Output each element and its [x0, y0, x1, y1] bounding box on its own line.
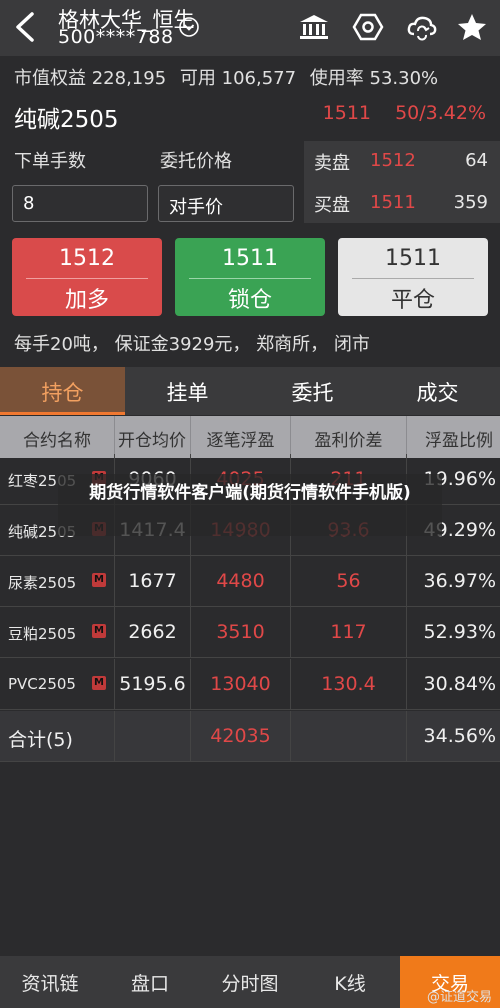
- divider: [26, 278, 148, 279]
- total-row: 合计(5) 42035 34.56%: [0, 711, 500, 762]
- chevron-down-circle-icon[interactable]: [178, 16, 200, 38]
- row-pnl: 13040: [191, 659, 291, 710]
- col-avg-price[interactable]: 开仓均价: [115, 416, 191, 458]
- row-avg: 2662: [115, 607, 191, 658]
- watermark-caption: 期货行情软件客户端(期货行情软件手机版): [58, 474, 442, 536]
- row-ratio: 36.97%: [423, 570, 496, 592]
- add-long-label: 加多: [64, 288, 109, 313]
- bid-price: 1511: [370, 192, 416, 213]
- bid-qty: 359: [453, 192, 488, 213]
- total-ratio: 34.56%: [423, 725, 496, 747]
- margin-badge-icon: M: [92, 624, 106, 638]
- lock-position-button[interactable]: 1511 锁仓: [175, 238, 325, 316]
- col-pnl[interactable]: 逐笔浮盈: [191, 416, 291, 458]
- row-avg: 5195.6: [115, 659, 191, 710]
- qty-input[interactable]: 8: [12, 185, 148, 222]
- margin-badge-icon: M: [92, 573, 106, 587]
- available-text: 可用 106,577: [179, 68, 297, 89]
- nav-kline[interactable]: K线: [300, 956, 400, 1008]
- nav-timeshare[interactable]: 分时图: [200, 956, 300, 1008]
- tab-bar: 持仓 挂单 委托 成交: [0, 367, 500, 415]
- usage-text: 使用率 53.30%: [309, 68, 439, 89]
- bid-label: 买盘: [314, 195, 350, 216]
- col-ratio[interactable]: 浮盈比例: [407, 416, 500, 458]
- row-pnl: 3510: [191, 607, 291, 658]
- bottom-nav: 资讯链 盘口 分时图 K线 交易: [0, 956, 500, 1008]
- row-avg: 1677: [115, 556, 191, 607]
- tab-positions[interactable]: 持仓: [0, 367, 125, 415]
- col-diff[interactable]: 盈利价差: [291, 416, 407, 458]
- row-diff: 56: [291, 556, 407, 607]
- add-long-button[interactable]: 1512 加多: [12, 238, 162, 316]
- lock-position-label: 锁仓: [227, 288, 272, 313]
- total-empty: [115, 711, 191, 762]
- total-empty: [291, 711, 407, 762]
- corner-watermark: @证道交易: [426, 990, 492, 1005]
- table-row[interactable]: 豆粕2505 M 2662 3510 117 52.93%: [0, 607, 500, 658]
- tab-trades[interactable]: 成交: [375, 367, 500, 415]
- account-summary: 市值权益 228,195 可用 106,577 使用率 53.30%: [14, 64, 446, 90]
- row-pnl: 4480: [191, 556, 291, 607]
- price-input[interactable]: 对手价: [158, 185, 294, 222]
- bank-icon[interactable]: [298, 12, 330, 42]
- last-price: 1511: [322, 102, 372, 124]
- ask-label: 卖盘: [314, 153, 350, 174]
- price-change: 50/3.42%: [395, 102, 486, 124]
- close-position-price: 1511: [385, 246, 441, 271]
- margin-badge-icon: M: [92, 676, 106, 690]
- contract-info: 每手20吨， 保证金3929元， 郑商所， 闭市: [14, 334, 370, 355]
- settings-hex-icon[interactable]: [352, 12, 384, 42]
- total-pnl: 42035: [191, 711, 291, 762]
- divider: [189, 278, 311, 279]
- total-label: 合计(5): [0, 711, 115, 762]
- close-position-button[interactable]: 1511 平仓: [338, 238, 488, 316]
- equity-text: 市值权益 228,195: [14, 68, 167, 89]
- row-ratio: 30.84%: [423, 673, 496, 695]
- bid-row[interactable]: 买盘 1511 359: [304, 183, 500, 223]
- add-long-price: 1512: [59, 246, 115, 271]
- contract-name[interactable]: 纯碱2505: [14, 100, 119, 134]
- col-contract[interactable]: 合约名称: [0, 416, 115, 458]
- divider: [352, 278, 474, 279]
- row-diff: 130.4: [291, 659, 407, 710]
- lock-position-price: 1511: [222, 246, 278, 271]
- ask-price: 1512: [370, 150, 416, 171]
- nav-news[interactable]: 资讯链: [0, 956, 100, 1008]
- table-row[interactable]: 尿素2505 M 1677 4480 56 36.97%: [0, 556, 500, 607]
- tab-orders[interactable]: 委托: [250, 367, 375, 415]
- back-icon[interactable]: [10, 10, 40, 44]
- qty-label: 下单手数: [14, 151, 86, 172]
- order-book: 卖盘 1512 64 买盘 1511 359: [304, 141, 500, 223]
- table-header: 合约名称 开仓均价 逐笔浮盈 盈利价差 浮盈比例: [0, 416, 500, 458]
- price-label: 委托价格: [160, 151, 232, 172]
- table-row[interactable]: PVC2505 M 5195.6 13040 130.4 30.84%: [0, 659, 500, 710]
- tab-pending[interactable]: 挂单: [125, 367, 250, 415]
- ask-qty: 64: [465, 150, 488, 171]
- header-bar: 格林大华_恒生 500****788: [0, 0, 500, 56]
- row-diff: 117: [291, 607, 407, 658]
- row-ratio: 52.93%: [423, 621, 496, 643]
- cloud-sync-icon[interactable]: [406, 12, 438, 42]
- account-number[interactable]: 500****788: [58, 26, 174, 48]
- contract-quote: 1511 50/3.42%: [305, 102, 486, 124]
- close-position-label: 平仓: [390, 288, 435, 313]
- star-icon[interactable]: [456, 12, 488, 42]
- nav-orderbook[interactable]: 盘口: [100, 956, 200, 1008]
- ask-row[interactable]: 卖盘 1512 64: [304, 141, 500, 181]
